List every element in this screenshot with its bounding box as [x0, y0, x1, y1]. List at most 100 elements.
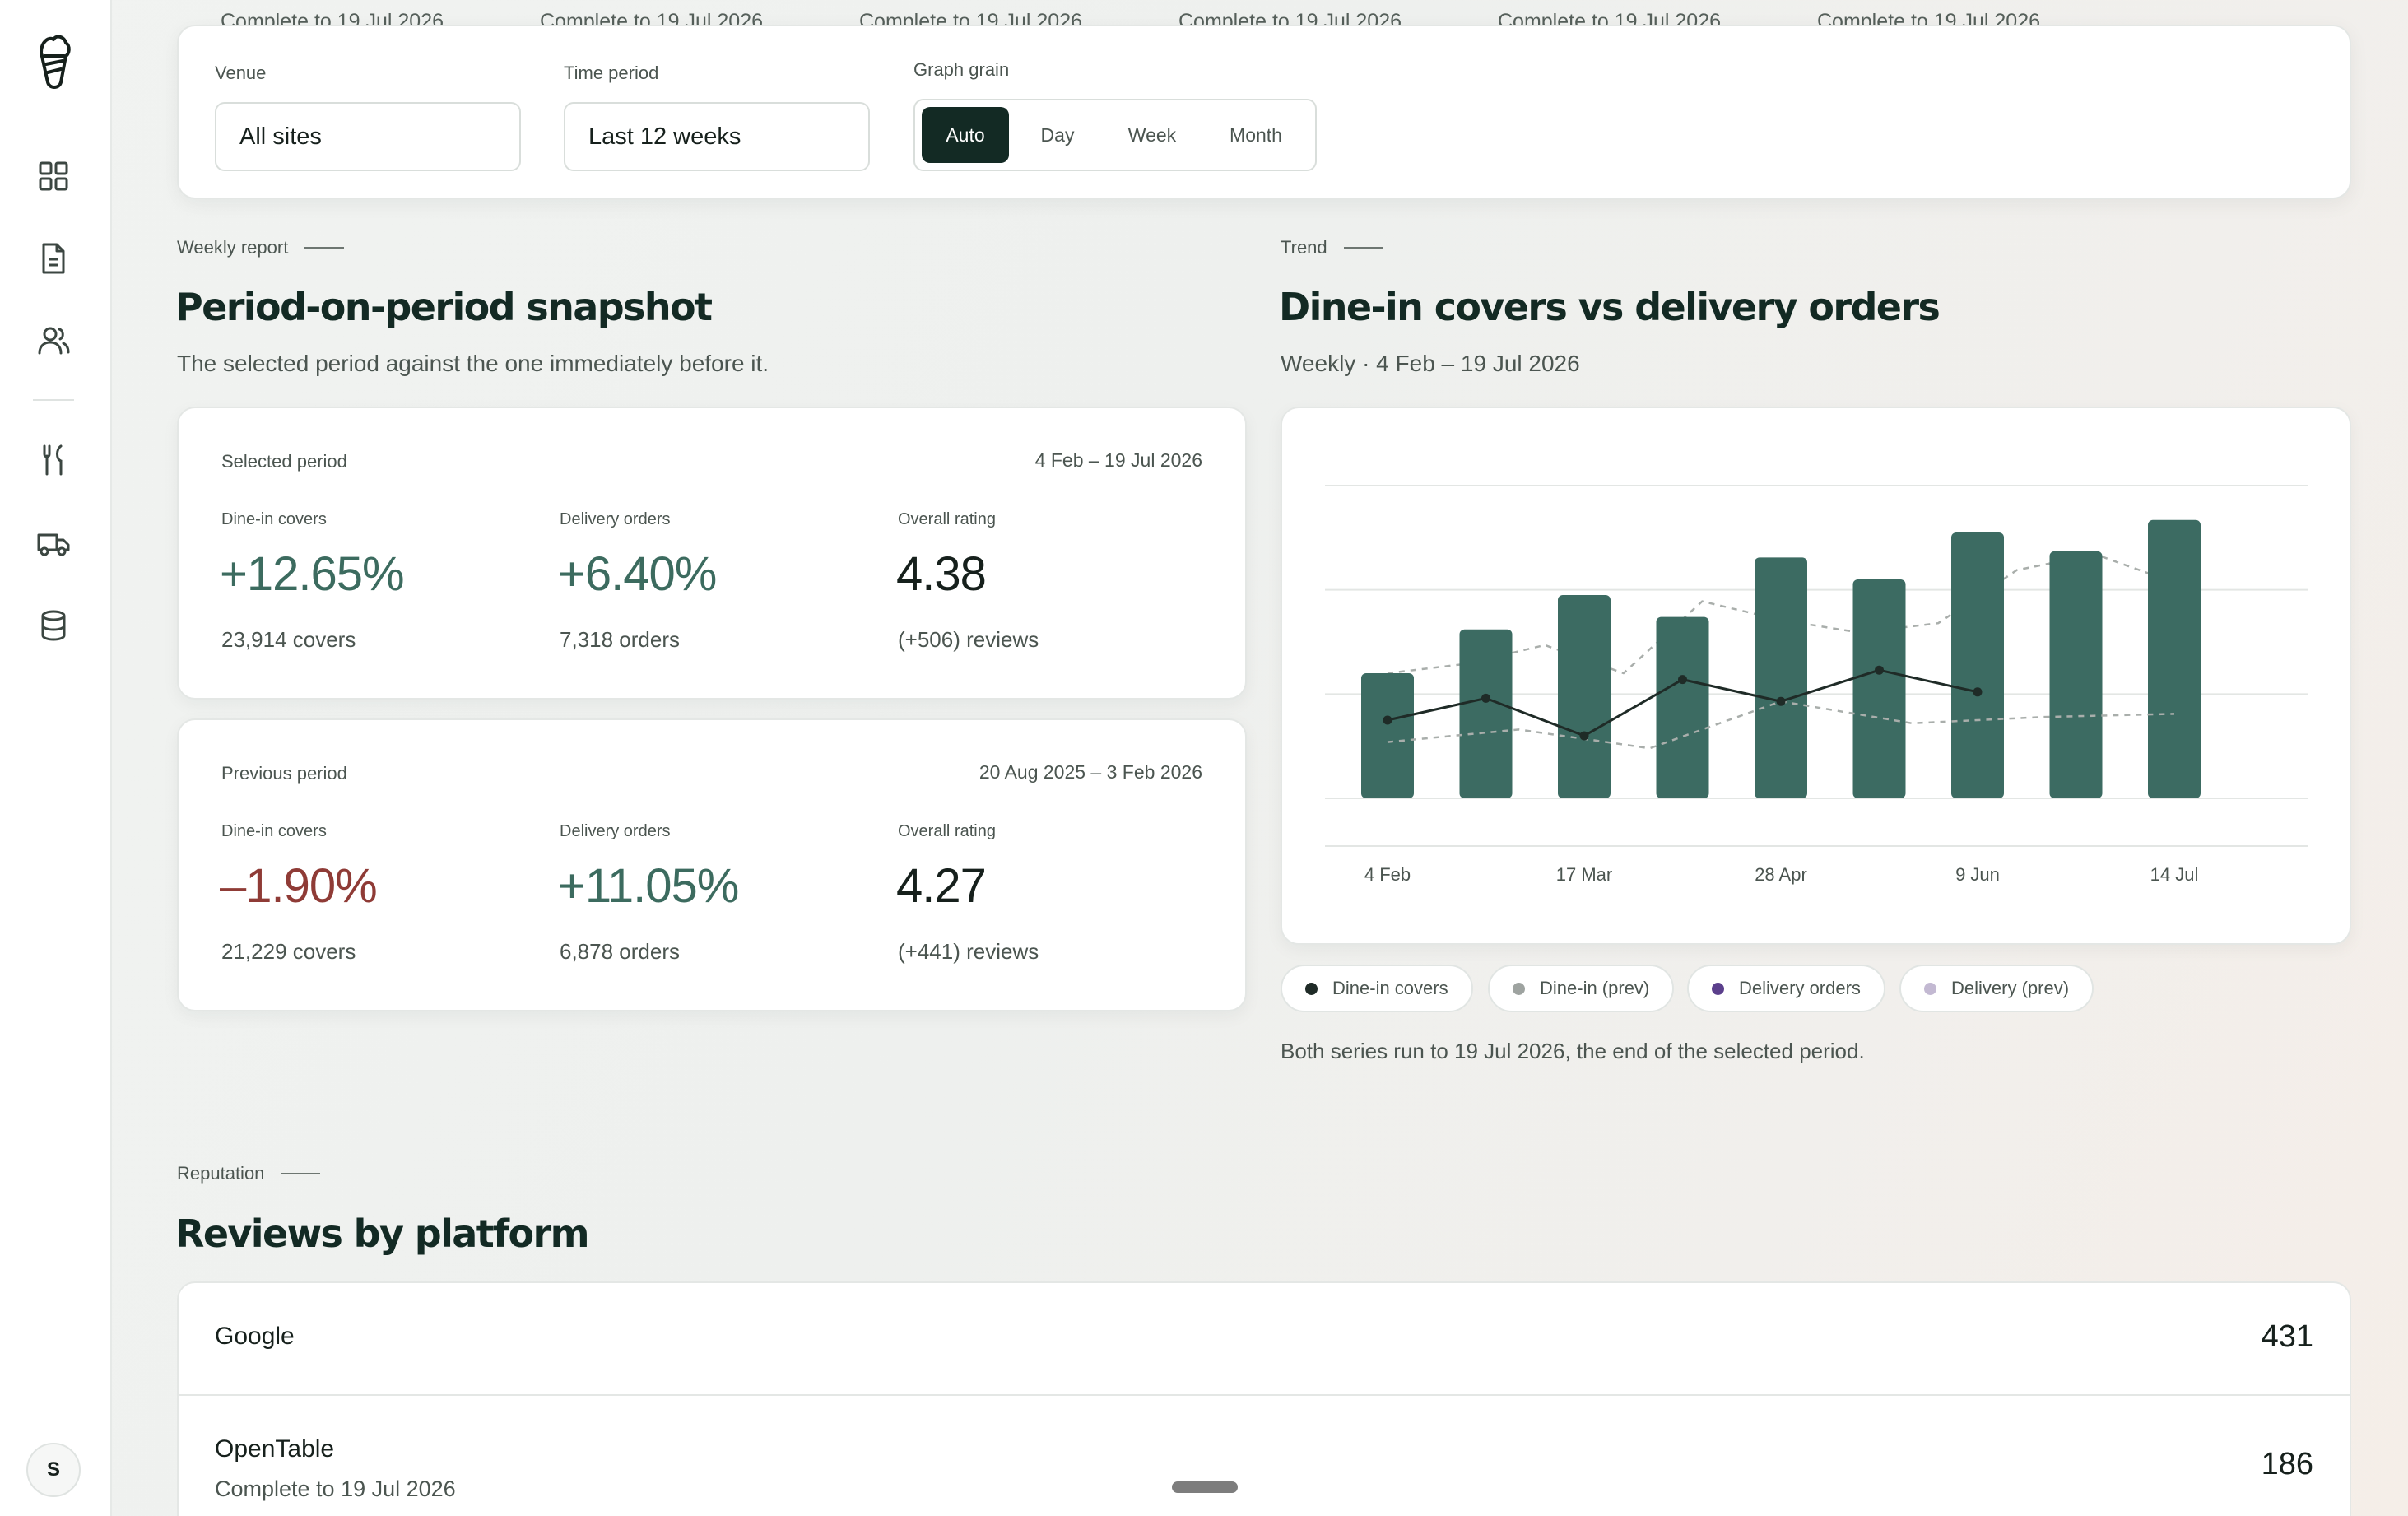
legend-dot	[1305, 982, 1318, 995]
bar	[1656, 616, 1709, 798]
legend-label: Dine-in covers	[1332, 978, 1448, 998]
metric-value: 4.38	[896, 547, 987, 601]
sidebar-divider	[33, 399, 74, 401]
period-label: Time period	[564, 63, 659, 83]
bar	[2049, 551, 2103, 798]
x-tick-label: 9 Jun	[1955, 864, 2000, 885]
date-range: 20 Aug 2025 – 3 Feb 2026	[979, 761, 1202, 783]
date-range: 4 Feb – 19 Jul 2026	[1034, 449, 1202, 471]
logo-icon[interactable]	[33, 30, 74, 93]
platform-name: OpenTable	[215, 1435, 335, 1463]
snapshot-title: Period-on-period snapshot	[175, 285, 713, 329]
metric-label: Dine-in covers	[221, 510, 327, 528]
trend-eyebrow-text: Trend	[1281, 237, 1327, 258]
dashboard-icon[interactable]	[33, 156, 74, 197]
selected-period-card: Selected period 4 Feb – 19 Jul 2026 Dine…	[177, 407, 1247, 700]
dine-in-point	[1383, 715, 1392, 725]
metric-label: Overall rating	[898, 510, 996, 528]
bar	[1951, 532, 2004, 798]
platform-count: 431	[2261, 1319, 2313, 1354]
trend-subtitle: Weekly · 4 Feb – 19 Jul 2026	[1281, 351, 1580, 376]
grain-toggle: Auto Day Week Month	[913, 99, 1317, 171]
legend-delivery-prev[interactable]: Delivery (prev)	[1899, 965, 2094, 1012]
platform-status: Complete to 19 Jul 2026	[215, 1476, 456, 1501]
x-tick-label: 17 Mar	[1556, 864, 1612, 885]
metric-sub: (+506) reviews	[898, 627, 1039, 652]
dine-in-point	[1973, 687, 1983, 697]
dine-in-point	[1579, 731, 1589, 741]
metric-sub: 21,229 covers	[221, 939, 356, 964]
snapshot-eyebrow: Weekly report	[177, 237, 344, 258]
legend-label: Delivery orders	[1739, 978, 1861, 998]
legend-label: Delivery (prev)	[1951, 978, 2070, 998]
bar	[1361, 673, 1414, 798]
platform-name: Google	[215, 1323, 295, 1350]
metric-sub: (+441) reviews	[898, 939, 1039, 964]
legend-delivery[interactable]: Delivery orders	[1687, 965, 1885, 1012]
snapshot-eyebrow-text: Weekly report	[177, 237, 289, 258]
dine-in-point	[1776, 696, 1786, 706]
legend-dot	[1513, 982, 1525, 995]
dine-in-point	[1678, 675, 1687, 685]
venue-label: Venue	[215, 63, 267, 83]
bar	[1558, 595, 1611, 798]
metric-value: 4.27	[896, 859, 987, 913]
grain-week-button[interactable]: Week	[1106, 107, 1198, 163]
platform-row-google[interactable]: Google 431	[179, 1283, 2350, 1396]
trend-eyebrow: Trend	[1281, 237, 1383, 258]
metric-value: +6.40%	[558, 547, 717, 601]
bar	[1852, 579, 1906, 798]
scroll-handle[interactable]	[1172, 1481, 1238, 1493]
metric-label: Delivery orders	[560, 510, 671, 528]
legend-label: Dine-in (prev)	[1540, 978, 1650, 998]
chart-note: Both series run to 19 Jul 2026, the end …	[1281, 1039, 1865, 1063]
platform-count: 186	[2261, 1447, 2313, 1481]
trend-chart: 4 Feb 17 Mar 28 Apr 9 Jun 14 Jul	[1325, 485, 2308, 885]
sidebar: S	[0, 0, 112, 1516]
metric-value: –1.90%	[220, 859, 378, 913]
trend-title: Dine-in covers vs delivery orders	[1279, 285, 1941, 329]
dine-in-point	[1875, 665, 1884, 675]
user-avatar[interactable]: S	[26, 1443, 81, 1497]
metric-value: +12.65%	[220, 547, 405, 601]
people-icon[interactable]	[33, 320, 74, 361]
bar	[1755, 557, 1807, 798]
grain-auto-button[interactable]: Auto	[922, 107, 1009, 163]
metric-value: +11.05%	[558, 859, 739, 913]
snapshot-subtitle: The selected period against the one imme…	[177, 351, 769, 376]
delivery-icon[interactable]	[33, 523, 74, 565]
metric-sub: 6,878 orders	[560, 939, 680, 964]
legend-dine-in[interactable]: Dine-in covers	[1281, 965, 1473, 1012]
database-icon[interactable]	[33, 605, 74, 646]
metric-label: Delivery orders	[560, 822, 671, 840]
report-icon[interactable]	[33, 238, 74, 279]
metric-label: Overall rating	[898, 822, 996, 840]
previous-period-card: Previous period 20 Aug 2025 – 3 Feb 2026…	[177, 718, 1247, 1011]
card-title: Previous period	[221, 763, 347, 784]
x-tick-label: 4 Feb	[1364, 864, 1411, 885]
reviews-card: Google 431 OpenTable Complete to 19 Jul …	[177, 1281, 2351, 1516]
bar	[2148, 519, 2201, 798]
grain-month-button[interactable]: Month	[1206, 107, 1305, 163]
reputation-eyebrow-text: Reputation	[177, 1163, 265, 1184]
legend-dot	[1712, 982, 1724, 995]
trend-chart-card: 4 Feb 17 Mar 28 Apr 9 Jun 14 Jul	[1281, 407, 2351, 945]
cutlery-icon[interactable]	[33, 439, 74, 481]
x-tick-label: 14 Jul	[2150, 864, 2199, 885]
metric-sub: 7,318 orders	[560, 627, 680, 652]
bar	[1459, 629, 1513, 798]
grain-day-button[interactable]: Day	[1017, 107, 1098, 163]
metric-sub: 23,914 covers	[221, 627, 356, 652]
period-select[interactable]: Last 12 weeks	[564, 102, 870, 171]
metric-label: Dine-in covers	[221, 822, 327, 840]
reputation-eyebrow: Reputation	[177, 1163, 320, 1184]
reputation-title: Reviews by platform	[175, 1211, 590, 1256]
x-tick-label: 28 Apr	[1755, 864, 1807, 885]
grain-label: Graph grain	[913, 59, 1010, 80]
avatar-initial: S	[46, 1458, 60, 1481]
card-title: Selected period	[221, 451, 347, 472]
filter-card: Venue All sites Time period Last 12 week…	[177, 25, 2351, 199]
legend-dine-in-prev[interactable]: Dine-in (prev)	[1488, 965, 1675, 1012]
venue-select[interactable]: All sites	[215, 102, 521, 171]
platform-row-opentable[interactable]: OpenTable Complete to 19 Jul 2026 186	[179, 1396, 2350, 1516]
